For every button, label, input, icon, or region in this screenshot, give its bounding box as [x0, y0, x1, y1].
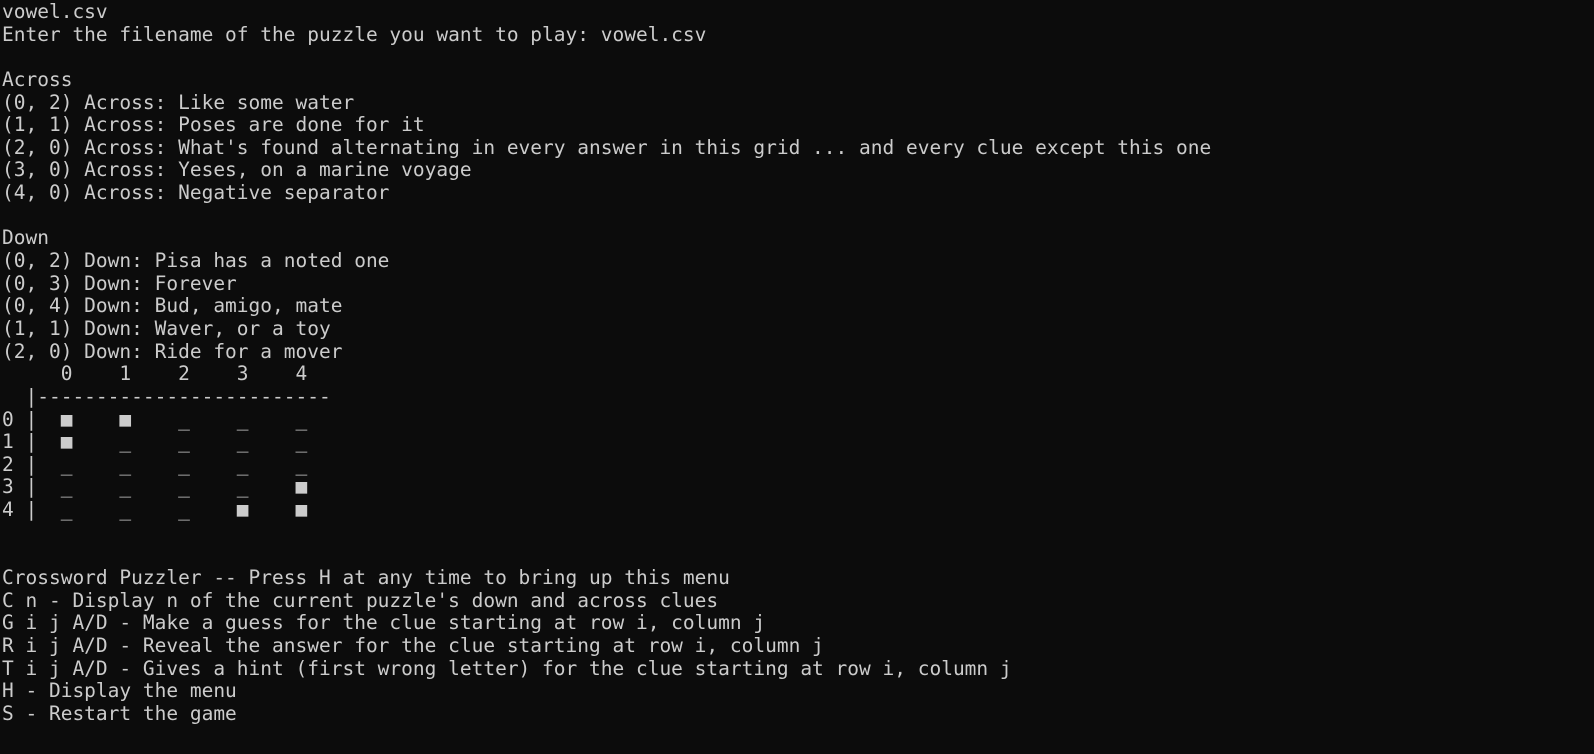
down-clue: (0, 4) Down: Bud, amigo, mate — [2, 294, 343, 318]
across-clue: (1, 1) Across: Poses are done for it — [2, 113, 425, 137]
down-clue: (2, 0) Down: Ride for a mover — [2, 339, 343, 363]
across-clue: (3, 0) Across: Yeses, on a marine voyage — [2, 158, 472, 182]
grid-row: 4 | _ _ _ ■ ■ — [2, 498, 308, 522]
terminal-output[interactable]: vowel.csv Enter the filename of the puzz… — [2, 0, 1592, 726]
grid-row: 0 | ■ ■ _ _ _ — [2, 407, 308, 431]
menu-title: Crossword Puzzler -- Press H at any time… — [2, 566, 730, 590]
down-clue: (0, 2) Down: Pisa has a noted one — [2, 249, 390, 273]
across-clue: (4, 0) Across: Negative separator — [2, 181, 390, 205]
menu-item: T i j A/D - Gives a hint (first wrong le… — [2, 656, 1012, 680]
grid-column-header: 0 1 2 3 4 — [2, 362, 308, 386]
across-clue: (2, 0) Across: What's found alternating … — [2, 135, 1212, 159]
menu-item: R i j A/D - Reveal the answer for the cl… — [2, 633, 824, 657]
across-header: Across — [2, 67, 73, 91]
down-header: Down — [2, 226, 49, 250]
typed-filename: vowel.csv — [2, 0, 108, 23]
across-clue: (0, 2) Across: Like some water — [2, 90, 355, 114]
grid-row: 3 | _ _ _ _ ■ — [2, 475, 308, 499]
grid-row: 2 | _ _ _ _ _ — [2, 452, 308, 476]
menu-item: C n - Display n of the current puzzle's … — [2, 588, 719, 612]
menu-item: H - Display the menu — [2, 679, 237, 703]
menu-item: S - Restart the game — [2, 701, 237, 725]
grid-row: 1 | ■ _ _ _ _ — [2, 430, 308, 454]
down-clue: (1, 1) Down: Waver, or a toy — [2, 316, 331, 340]
down-clue: (0, 3) Down: Forever — [2, 271, 237, 295]
grid-divider: |------------------------- — [2, 384, 331, 408]
filename-prompt: Enter the filename of the puzzle you wan… — [2, 22, 707, 46]
menu-item: G i j A/D - Make a guess for the clue st… — [2, 611, 766, 635]
